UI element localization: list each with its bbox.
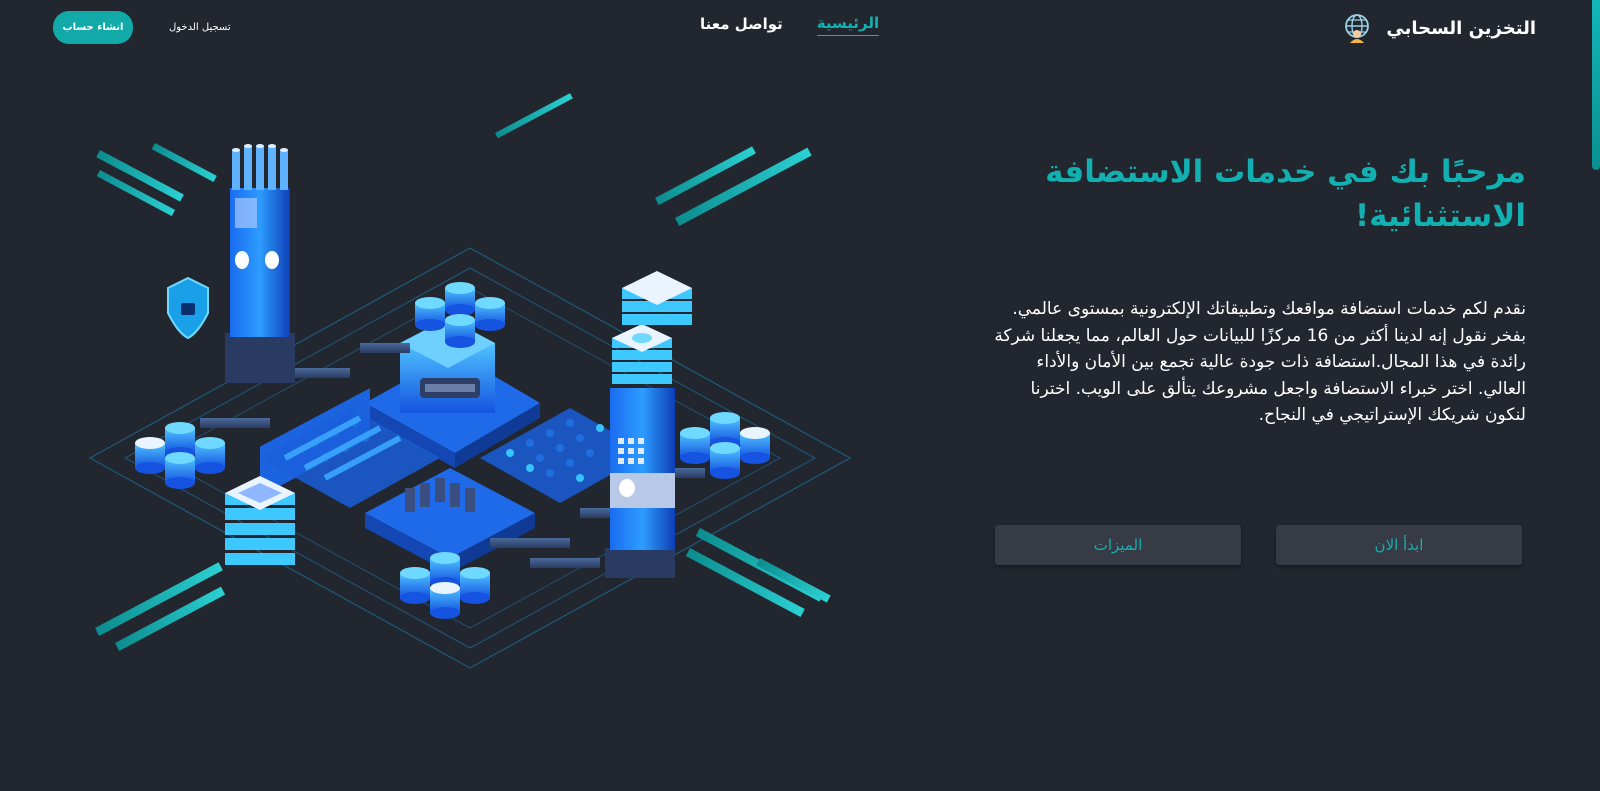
security-shield-icon: [167, 276, 209, 340]
globe-user-icon: [1345, 14, 1370, 43]
top-navbar: التخزين السحابي تواصل معنا الرئيسية انشا…: [0, 0, 1600, 56]
nav-contact[interactable]: تواصل معنا: [700, 15, 783, 36]
start-now-button[interactable]: ابدأ الان: [1276, 525, 1522, 565]
login-link[interactable]: تسجيل الدخول: [169, 22, 231, 33]
main-nav: تواصل معنا الرئيسية: [700, 14, 880, 36]
scrollbar-thumb[interactable]: [1592, 0, 1600, 170]
signup-button[interactable]: انشاء حساب: [53, 11, 133, 44]
server-tower-left: [225, 144, 295, 383]
hero-section: مرحبًا بك في خدمات الاستضافة الاستثنائية…: [986, 150, 1526, 429]
hero-title: مرحبًا بك في خدمات الاستضافة الاستثنائية…: [1045, 154, 1526, 234]
brand[interactable]: التخزين السحابي: [1342, 13, 1536, 43]
scrollbar-track[interactable]: [1592, 0, 1600, 791]
datacenter-isometric-illustration: [88, 93, 852, 669]
nav-home[interactable]: الرئيسية: [816, 14, 880, 36]
hero-description: نقدم لكم خدمات استضافة مواقعك وتطبيقاتك …: [994, 299, 1526, 425]
auth-actions: انشاء حساب تسجيل الدخول: [53, 11, 231, 44]
server-tower-right: [605, 271, 692, 578]
features-button[interactable]: الميزات: [995, 525, 1241, 565]
brand-name: التخزين السحابي: [1386, 17, 1536, 39]
